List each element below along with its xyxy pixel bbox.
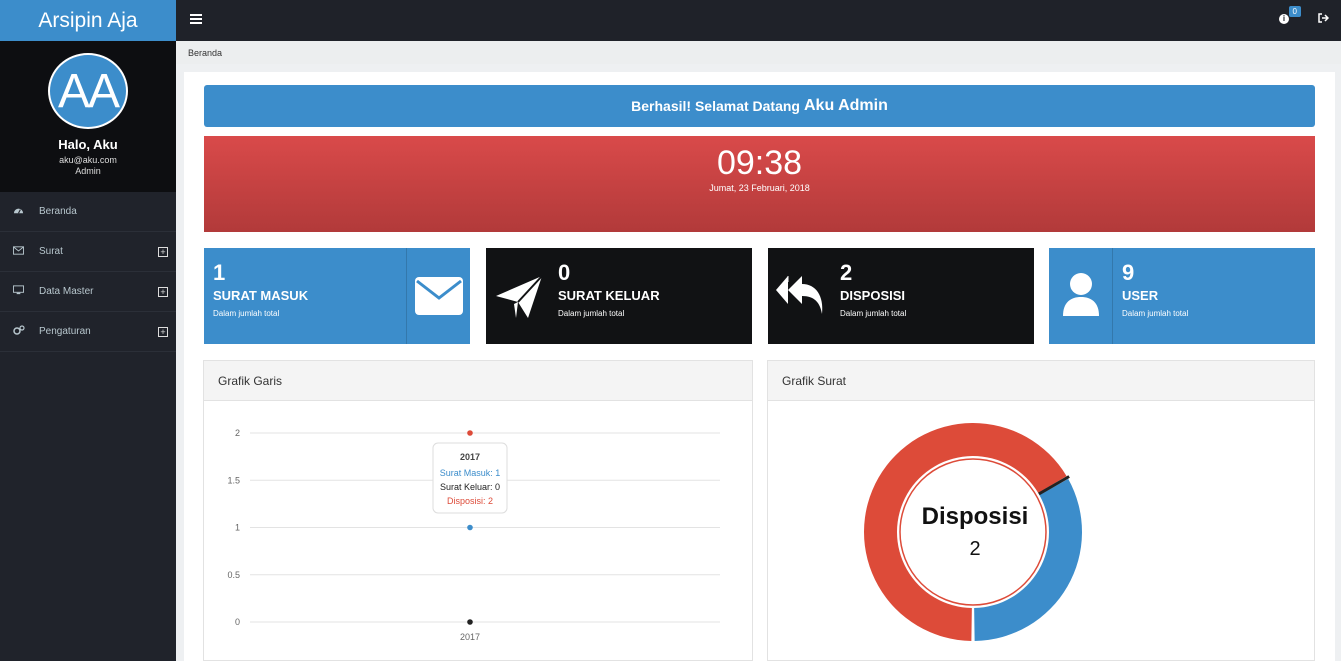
envelope-icon xyxy=(414,276,464,321)
clock-banner: 09:38 Jumat, 23 Februari, 2018 xyxy=(204,136,1315,232)
expand-icon[interactable]: + xyxy=(158,286,168,297)
alert-prefix: Berhasil! Selamat Datang xyxy=(631,98,800,114)
donut-center-label: Disposisi xyxy=(922,503,1029,530)
y-tick-label: 1.5 xyxy=(227,475,240,485)
stat-value: 1 xyxy=(213,260,226,285)
chart-tooltip: 2017 Surat Masuk: 1 Surat Keluar: 0 Disposi… xyxy=(432,442,508,514)
stat-surat-masuk[interactable]: 1 SURAT MASUK Dalam jumlah total xyxy=(204,248,470,344)
data-point xyxy=(467,619,473,625)
notification-badge: 0 xyxy=(1288,6,1301,17)
stat-user[interactable]: 9 USER Dalam jumlah total xyxy=(1049,248,1315,344)
stat-label: SURAT MASUK xyxy=(213,288,309,303)
expand-icon[interactable]: + xyxy=(158,326,168,337)
stat-label: USER xyxy=(1122,288,1159,303)
cogs-icon xyxy=(13,325,39,338)
panel-title: Grafik Garis xyxy=(204,361,752,401)
user-greeting: Halo, Aku xyxy=(58,137,118,152)
stat-surat-keluar[interactable]: 0 SURAT KELUAR Dalam jumlah total xyxy=(486,248,752,344)
data-point xyxy=(467,430,473,436)
reply-all-icon xyxy=(774,272,826,323)
desktop-icon xyxy=(13,285,39,298)
sidebar-item-label: Pengaturan xyxy=(39,326,91,337)
sidebar-item-label: Data Master xyxy=(39,286,94,297)
clock-time: 09:38 xyxy=(716,144,803,182)
tooltip-title: 2017 xyxy=(460,452,480,462)
data-point xyxy=(467,524,473,531)
y-tick-label: 1 xyxy=(235,523,240,533)
user-icon xyxy=(1061,272,1101,321)
donut-center-value: 2 xyxy=(969,538,980,560)
donut-inner-ring xyxy=(899,458,1047,606)
paper-plane-icon xyxy=(494,274,544,325)
sidebar-item-pengaturan[interactable]: Pengaturan + xyxy=(0,312,176,352)
stat-sub: Dalam jumlah total xyxy=(213,309,280,318)
dashboard-icon xyxy=(13,205,39,219)
stat-value: 0 xyxy=(558,260,571,285)
y-tick-label: 0 xyxy=(235,617,240,627)
breadcrumb[interactable]: Beranda xyxy=(176,41,1341,64)
tooltip-line: Surat Keluar: 0 xyxy=(440,482,500,492)
sidebar-item-beranda[interactable]: Beranda xyxy=(0,192,176,232)
sidebar-item-surat[interactable]: Surat + xyxy=(0,232,176,272)
donut-chart-panel: Grafik Surat Disposisi 2 xyxy=(767,360,1315,661)
line-chart-panel: Grafik Garis 0 0.5 1 1.5 2 2017 2017 Surat Masu… xyxy=(203,360,753,661)
top-navbar: i 0 xyxy=(176,0,1341,41)
sidebar-item-label: Beranda xyxy=(39,206,77,217)
stat-sub: Dalam jumlah total xyxy=(558,309,625,318)
line-chart[interactable]: 0 0.5 1 1.5 2 2017 2017 Surat Masuk: 1 Surat Kel… xyxy=(204,401,752,660)
main-content: Berhasil! Selamat Datang Aku Admin 09:38… xyxy=(184,72,1335,661)
stat-disposisi[interactable]: 2 DISPOSISI Dalam jumlah total xyxy=(768,248,1034,344)
y-tick-label: 0.5 xyxy=(227,570,240,580)
alert-user-name: Aku Admin xyxy=(803,97,888,114)
sidebar-toggle-icon[interactable] xyxy=(190,14,202,24)
y-tick-label: 2 xyxy=(235,428,240,438)
stat-label: SURAT KELUAR xyxy=(558,288,660,303)
tooltip-line: Surat Masuk: 1 xyxy=(440,468,501,478)
user-role: Admin xyxy=(75,166,101,176)
stat-sub: Dalam jumlah total xyxy=(840,309,907,318)
sidebar-item-label: Surat xyxy=(39,246,63,257)
brand-logo[interactable]: Arsipin Aja xyxy=(0,0,176,41)
stat-sub: Dalam jumlah total xyxy=(1122,309,1189,318)
user-email: aku@aku.com xyxy=(59,155,117,165)
welcome-alert: Berhasil! Selamat Datang Aku Admin xyxy=(204,85,1315,127)
stat-value: 9 xyxy=(1122,260,1135,285)
sidebar-item-data-master[interactable]: Data Master + xyxy=(0,272,176,312)
donut-chart[interactable]: Disposisi 2 xyxy=(768,401,1314,660)
panel-title: Grafik Surat xyxy=(768,361,1314,401)
expand-icon[interactable]: + xyxy=(158,246,168,257)
avatar: AA xyxy=(48,53,128,129)
logout-icon[interactable] xyxy=(1318,13,1330,26)
envelope-icon xyxy=(13,245,39,258)
info-icon[interactable]: i xyxy=(1279,14,1289,24)
x-tick-label: 2017 xyxy=(460,632,480,642)
user-profile: AA Halo, Aku aku@aku.com Admin xyxy=(0,41,176,192)
clock-date: Jumat, 23 Februari, 2018 xyxy=(709,183,810,193)
stat-value: 2 xyxy=(840,260,853,285)
stat-label: DISPOSISI xyxy=(840,288,906,303)
tooltip-line: Disposisi: 2 xyxy=(447,496,493,506)
sidebar: Arsipin Aja AA Halo, Aku aku@aku.com Adm… xyxy=(0,0,176,661)
